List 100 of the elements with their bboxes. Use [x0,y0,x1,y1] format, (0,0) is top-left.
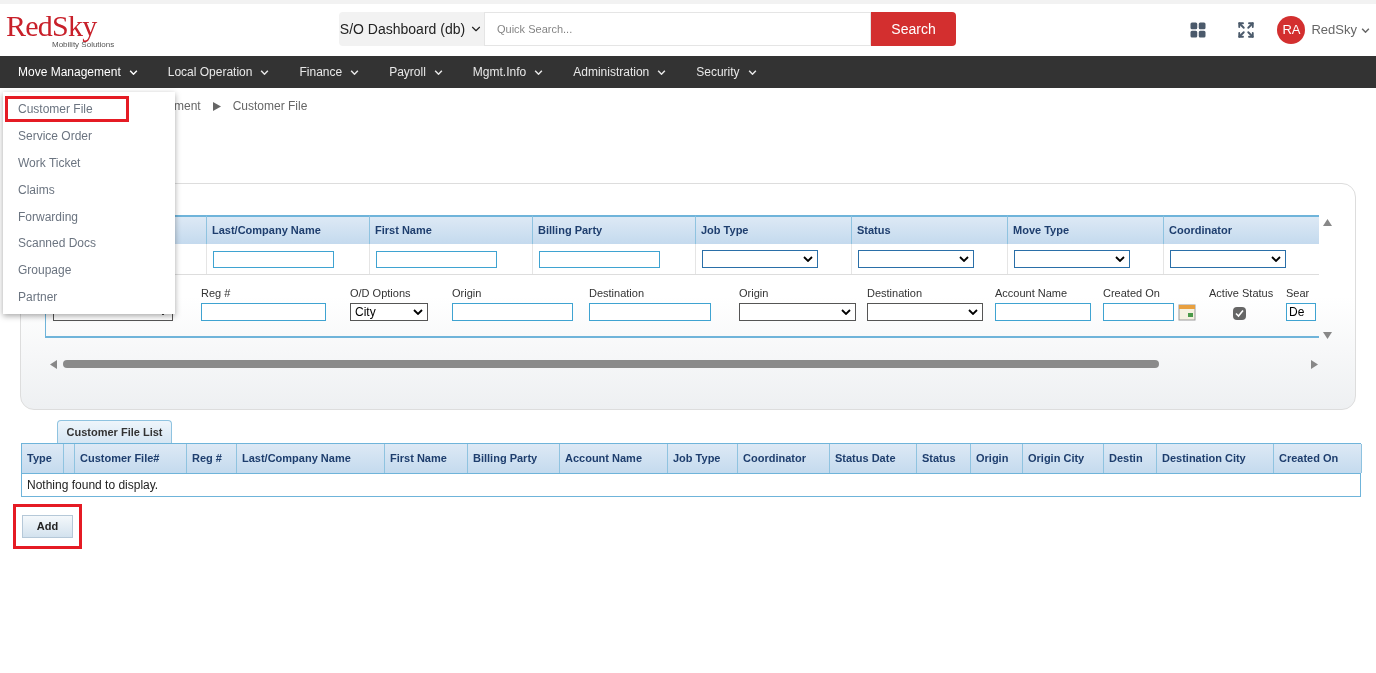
column-header: Destin [1104,444,1157,473]
menu-item[interactable]: Finance [299,63,360,81]
chevron-icon [959,256,969,262]
field-label: Sear [1286,288,1311,299]
calendar-icon[interactable] [1178,303,1196,321]
field-label: Active Status [1209,288,1275,299]
breadcrumb-current: Customer File [232,98,308,115]
user-avatar[interactable]: RA [1277,16,1306,44]
scroll-up-icon[interactable] [1322,219,1332,226]
text-field[interactable] [201,303,326,321]
chevron-icon [657,69,667,75]
scroll-right-icon[interactable] [1311,359,1318,369]
column-header: First Name [370,215,533,244]
field-label: Account Name [995,288,1069,299]
column-header: Billing Party [468,444,560,473]
chevron-icon [1115,256,1125,262]
select-field[interactable] [739,303,856,321]
column-header: Last/Company Name [237,444,385,473]
text-field[interactable] [452,303,573,321]
chevron-icon [350,69,360,75]
column-header: Reg # [187,444,237,473]
filter-field[interactable] [213,250,334,268]
select-field[interactable]: City [350,303,428,321]
chevron-icon [968,309,978,315]
filter-select[interactable] [858,250,974,268]
column-header: Status [917,444,971,473]
menu-item[interactable]: Payroll [389,63,443,81]
dropdown-item[interactable]: Scanned Docs [5,230,110,257]
field-label: Destination [867,288,924,299]
column-header: Origin City [1023,444,1104,473]
field-label: Origin [452,288,483,299]
search-button[interactable]: Search [871,12,956,46]
chevron-icon [128,69,138,75]
text-field[interactable] [995,303,1091,321]
menu-item[interactable]: Mgmt.Info [472,63,544,81]
chevron-icon [260,69,270,75]
search-field[interactable]: Quick Search... [484,12,871,46]
field-label: Destination [589,288,646,299]
filter-select[interactable] [1170,250,1286,268]
filter-select[interactable] [1014,250,1130,268]
chevron-icon [803,256,813,262]
dropdown-item[interactable]: Partner [5,283,71,310]
empty-message: Nothing found to display. [27,477,159,494]
dropdown-item[interactable]: Groupage [5,257,85,284]
column-header: First Name [385,444,468,473]
field-label: O/D Options [350,288,412,299]
column-header: Last/Company Name [207,215,370,244]
field-label: Created On [1103,288,1161,299]
column-header: Account Name [560,444,668,473]
column-header: Created On [1274,444,1362,473]
scroll-down-icon[interactable] [1322,332,1332,339]
chevron-icon [534,69,544,75]
column-header: Job Type [668,444,738,473]
column-header: Coordinator [738,444,830,473]
column-header: Destination City [1157,444,1274,473]
column-header: Coordinator [1164,215,1320,244]
dropdown-item[interactable]: Customer File [5,96,129,123]
breadcrumb-link[interactable]: ment [174,97,201,115]
menu-item[interactable]: Local Operation [167,63,270,81]
scroll-left-icon[interactable] [50,359,57,369]
logo-tagline: Mobility Solutions [52,41,115,49]
filter-select[interactable] [702,250,818,268]
dropdown-item[interactable]: Service Order [5,123,106,150]
dropdown-item[interactable]: Claims [5,176,68,203]
column-header: Move Type [1008,215,1164,244]
column-header: Billing Party [533,215,696,244]
list-tab[interactable]: Customer File List [57,420,172,443]
menu-item[interactable]: Move Management [18,63,138,81]
filter-field[interactable] [539,250,660,268]
column-header: Status Date [830,444,917,473]
column-header: Origin [971,444,1023,473]
column-header: Job Type [696,215,852,244]
column-header: Type [22,444,64,473]
menu-item[interactable]: Security [696,63,757,81]
text-field[interactable] [589,303,711,321]
menu-item[interactable]: Administration [573,63,667,81]
column-header: Status [852,215,1008,244]
grid-icon[interactable] [1189,21,1208,39]
chevron-icon [413,309,423,315]
dropdown-item[interactable]: Work Ticket [5,150,94,176]
date-field[interactable] [1103,303,1174,321]
expand-icon[interactable] [1237,21,1256,39]
select-field[interactable] [867,303,983,321]
filter-field[interactable] [376,250,497,268]
checkbox[interactable] [1233,307,1246,320]
blank-column-header [64,444,75,473]
dropdown-item[interactable]: Forwarding [5,203,92,230]
text-field[interactable]: De [1286,303,1316,321]
field-label: Origin [739,288,770,299]
column-header: Customer File# [75,444,187,473]
add-button[interactable]: Add [22,515,73,538]
dashboard-select[interactable]: S/O Dashboard (db) [339,12,484,46]
user-menu[interactable]: RedSky [1311,20,1370,40]
breadcrumb-arrow-icon [212,101,221,111]
logo[interactable]: RedSky [6,11,97,41]
field-label: Reg # [201,288,232,299]
scroll-thumb[interactable] [63,360,1159,368]
chevron-icon [1271,256,1281,262]
chevron-icon [1361,27,1370,33]
chevron-icon [433,69,443,75]
